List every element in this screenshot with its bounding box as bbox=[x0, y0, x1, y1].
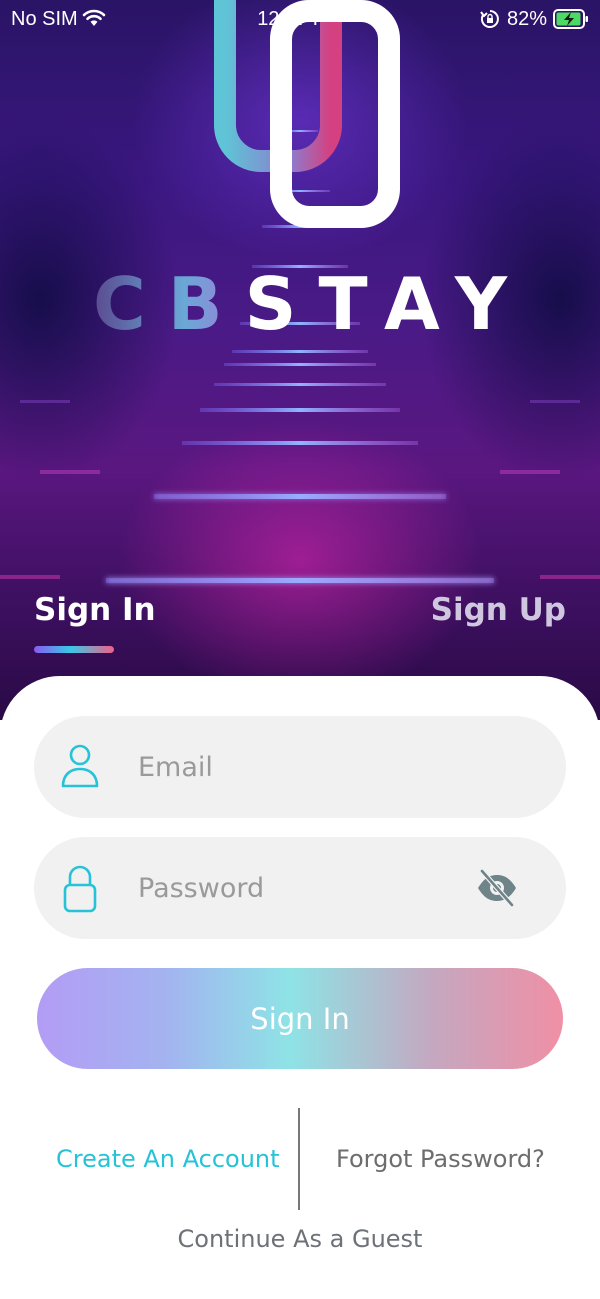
brand-name: CBSTAY bbox=[0, 262, 600, 346]
tab-sign-up[interactable]: Sign Up bbox=[431, 592, 566, 628]
tab-sign-in[interactable]: Sign In bbox=[34, 592, 156, 628]
email-input[interactable] bbox=[138, 744, 468, 790]
brand-name-cb: CB bbox=[92, 262, 245, 346]
create-account-link[interactable]: Create An Account bbox=[56, 1145, 280, 1173]
battery-charging-icon bbox=[553, 9, 588, 29]
email-field[interactable] bbox=[34, 716, 566, 818]
sign-in-button[interactable]: Sign In bbox=[37, 968, 563, 1069]
password-input[interactable] bbox=[138, 865, 468, 911]
user-icon bbox=[61, 744, 99, 788]
forgot-password-link[interactable]: Forgot Password? bbox=[336, 1145, 545, 1173]
lock-icon bbox=[63, 865, 97, 913]
brand-name-stay: STAY bbox=[244, 262, 530, 346]
orientation-lock-icon bbox=[480, 10, 499, 28]
continue-as-guest-link[interactable]: Continue As a Guest bbox=[0, 1225, 600, 1253]
password-field[interactable] bbox=[34, 837, 566, 939]
eye-off-icon[interactable] bbox=[476, 867, 518, 909]
battery-percent: 82% bbox=[507, 8, 548, 30]
active-tab-indicator bbox=[34, 646, 114, 653]
links-divider bbox=[298, 1108, 300, 1210]
side-lights bbox=[0, 400, 600, 579]
sign-in-screen: No SIM 12:37 PM 82% CBSTAY Sign In Sign … bbox=[0, 0, 600, 1299]
cbstay-logo-icon bbox=[214, 0, 400, 228]
